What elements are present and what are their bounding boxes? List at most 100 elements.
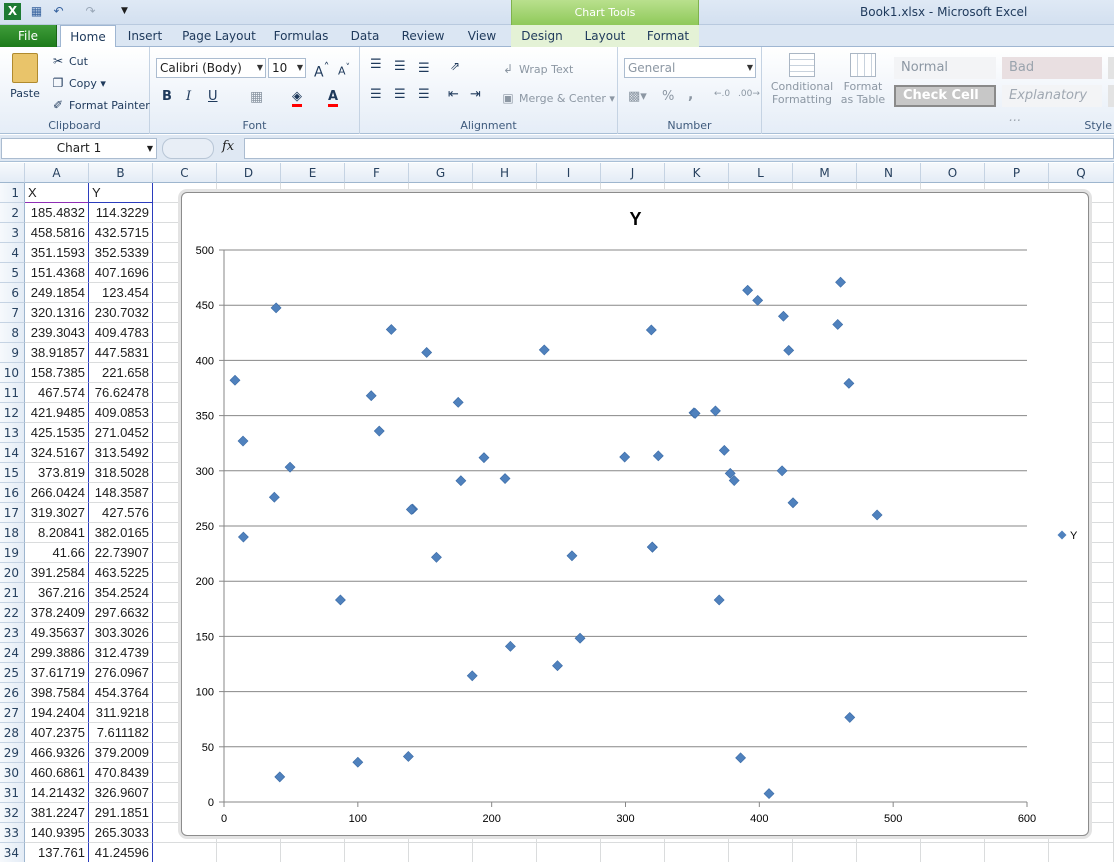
- cell[interactable]: 460.6861: [25, 763, 89, 783]
- row-header[interactable]: 20: [0, 563, 25, 583]
- row-header[interactable]: 27: [0, 703, 25, 723]
- cell[interactable]: 409.0853: [89, 403, 153, 423]
- row-header[interactable]: 24: [0, 643, 25, 663]
- cell[interactable]: [601, 843, 665, 862]
- align-middle-icon[interactable]: ☰: [394, 59, 406, 74]
- row-header[interactable]: 3: [0, 223, 25, 243]
- cell[interactable]: 76.62478: [89, 383, 153, 403]
- cell[interactable]: 49.35637: [25, 623, 89, 643]
- cell[interactable]: 230.7032: [89, 303, 153, 323]
- cell[interactable]: 299.3886: [25, 643, 89, 663]
- cell[interactable]: 382.0165: [89, 523, 153, 543]
- align-left-icon[interactable]: ☰: [370, 87, 382, 102]
- cell[interactable]: 432.5715: [89, 223, 153, 243]
- cell[interactable]: 22.73907: [89, 543, 153, 563]
- row-header[interactable]: 17: [0, 503, 25, 523]
- column-header-f[interactable]: F: [345, 163, 409, 183]
- cell[interactable]: 466.9326: [25, 743, 89, 763]
- style-bad[interactable]: Bad: [1002, 57, 1102, 79]
- align-center-icon[interactable]: ☰: [394, 87, 406, 102]
- row-header[interactable]: 4: [0, 243, 25, 263]
- column-header-o[interactable]: O: [921, 163, 985, 183]
- cell[interactable]: 391.2584: [25, 563, 89, 583]
- decrease-indent-icon[interactable]: ⇤: [448, 87, 459, 102]
- row-header[interactable]: 31: [0, 783, 25, 803]
- row-header[interactable]: 11: [0, 383, 25, 403]
- paste-button[interactable]: Paste: [6, 51, 44, 115]
- decrease-decimal-icon[interactable]: .00→: [738, 89, 760, 99]
- font-size-combo[interactable]: 10 ▼: [268, 58, 306, 78]
- name-box[interactable]: Chart 1 ▼: [1, 138, 157, 159]
- row-header[interactable]: 12: [0, 403, 25, 423]
- copy-button[interactable]: ❐ Copy ▾: [50, 75, 106, 91]
- row-header[interactable]: 16: [0, 483, 25, 503]
- style-normal[interactable]: Normal: [894, 57, 996, 79]
- comma-button[interactable]: ,: [688, 87, 693, 103]
- cell[interactable]: 8.20841: [25, 523, 89, 543]
- cell[interactable]: 470.8439: [89, 763, 153, 783]
- cell[interactable]: 148.3587: [89, 483, 153, 503]
- redo-icon[interactable]: ↷: [82, 3, 99, 20]
- row-header[interactable]: 2: [0, 203, 25, 223]
- cell[interactable]: 249.1854: [25, 283, 89, 303]
- column-header-a[interactable]: A: [25, 163, 89, 183]
- cell[interactable]: 303.3026: [89, 623, 153, 643]
- style-check-cell[interactable]: Check Cell: [894, 85, 996, 107]
- row-header[interactable]: 25: [0, 663, 25, 683]
- cell[interactable]: [345, 843, 409, 862]
- row-header[interactable]: 29: [0, 743, 25, 763]
- cell[interactable]: 185.4832: [25, 203, 89, 223]
- save-icon[interactable]: ▦: [28, 3, 45, 20]
- wrap-text-button[interactable]: ↲ Wrap Text: [500, 61, 573, 77]
- font-color-icon[interactable]: A: [328, 89, 339, 107]
- cell[interactable]: 447.5831: [89, 343, 153, 363]
- row-header[interactable]: 33: [0, 823, 25, 843]
- increase-decimal-icon[interactable]: ←.0: [714, 89, 730, 99]
- column-header-l[interactable]: L: [729, 163, 793, 183]
- cell[interactable]: 398.7584: [25, 683, 89, 703]
- cell[interactable]: 41.66: [25, 543, 89, 563]
- cell[interactable]: 458.5816: [25, 223, 89, 243]
- cell[interactable]: [665, 843, 729, 862]
- increase-indent-icon[interactable]: ⇥: [470, 87, 481, 102]
- insert-function-button[interactable]: fx: [222, 139, 234, 154]
- column-header-i[interactable]: I: [537, 163, 601, 183]
- format-painter-button[interactable]: ✐ Format Painter: [50, 97, 150, 113]
- tab-insert[interactable]: Insert: [121, 25, 169, 47]
- row-header[interactable]: 8: [0, 323, 25, 343]
- cell[interactable]: [1049, 843, 1114, 862]
- fill-color-icon[interactable]: ◈: [292, 89, 302, 107]
- row-header[interactable]: 6: [0, 283, 25, 303]
- cell[interactable]: 351.1593: [25, 243, 89, 263]
- format-as-table-button[interactable]: Format as Table: [838, 53, 888, 106]
- merge-center-button[interactable]: ▣ Merge & Center ▾: [500, 90, 615, 106]
- cell[interactable]: 123.454: [89, 283, 153, 303]
- cell[interactable]: X: [25, 183, 89, 203]
- column-header-p[interactable]: P: [985, 163, 1049, 183]
- tab-data[interactable]: Data: [343, 25, 387, 47]
- orientation-icon[interactable]: ⇗: [450, 59, 460, 73]
- align-right-icon[interactable]: ☰: [418, 87, 430, 102]
- row-header[interactable]: 23: [0, 623, 25, 643]
- tab-review[interactable]: Review: [398, 25, 448, 47]
- cell[interactable]: [857, 843, 921, 862]
- cell[interactable]: 151.4368: [25, 263, 89, 283]
- align-bottom-icon[interactable]: ☰: [418, 61, 430, 76]
- cell[interactable]: 407.2375: [25, 723, 89, 743]
- cell[interactable]: 291.1851: [89, 803, 153, 823]
- row-header[interactable]: 26: [0, 683, 25, 703]
- conditional-formatting-button[interactable]: Conditional Formatting: [768, 53, 836, 106]
- cell[interactable]: [729, 843, 793, 862]
- style-explanatory[interactable]: Explanatory ...: [1002, 85, 1102, 125]
- cell[interactable]: 297.6632: [89, 603, 153, 623]
- cell[interactable]: 114.3229: [89, 203, 153, 223]
- cell[interactable]: 38.91857: [25, 343, 89, 363]
- tab-formulas[interactable]: Formulas: [270, 25, 332, 47]
- cell[interactable]: 367.216: [25, 583, 89, 603]
- column-header-k[interactable]: K: [665, 163, 729, 183]
- cell[interactable]: 427.576: [89, 503, 153, 523]
- cell[interactable]: 352.5339: [89, 243, 153, 263]
- cell[interactable]: Y: [89, 183, 153, 203]
- scatter-chart[interactable]: Y 0 50 100 150 200 250 300 350 400 450 500 0 100 200 30…: [181, 192, 1089, 836]
- tab-view[interactable]: View: [460, 25, 504, 47]
